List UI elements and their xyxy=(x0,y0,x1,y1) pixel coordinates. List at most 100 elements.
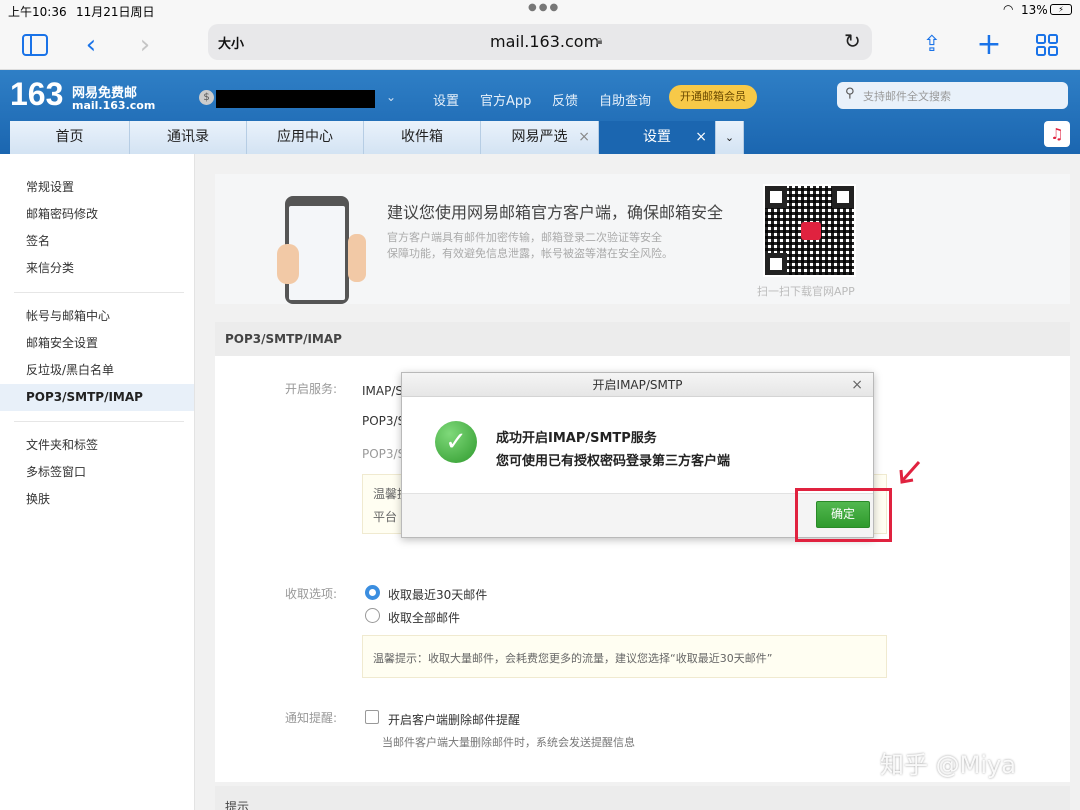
account-dropdown-icon[interactable]: ⌄ xyxy=(386,90,396,104)
sidebar-item-password[interactable]: 邮箱密码修改 xyxy=(0,201,194,228)
tab-inbox[interactable]: 收件箱 xyxy=(364,121,481,154)
nav-official-app[interactable]: 官方App xyxy=(480,90,531,109)
highlight-box xyxy=(795,488,892,542)
tab-label: 网易严选 xyxy=(511,129,568,145)
receive-options-label: 收取选项: xyxy=(285,587,338,601)
notify-option-label[interactable]: 开启客户端删除邮件提醒 xyxy=(388,711,520,728)
hand-illustration xyxy=(348,234,366,282)
tab-label: 应用中心 xyxy=(277,129,333,145)
vip-button[interactable]: 开通邮箱会员 xyxy=(669,85,757,109)
chevron-down-icon: ⌄ xyxy=(724,131,735,144)
logo-number: 163 xyxy=(10,76,64,112)
tab-yanxuan[interactable]: 网易严选 × xyxy=(481,121,599,154)
notify-label: 通知提醒: xyxy=(285,711,338,725)
tab-label: 收件箱 xyxy=(401,129,443,145)
sidebar-item-antispam[interactable]: 反垃圾/黑白名单 xyxy=(0,357,194,384)
sidebar-item-signature[interactable]: 签名 xyxy=(0,228,194,255)
reload-icon[interactable]: ↻ xyxy=(844,29,861,53)
share-icon[interactable]: ⇪ xyxy=(915,28,949,62)
coin-icon: $ xyxy=(199,90,214,105)
sidebar-item-multitab[interactable]: 多标签窗口 xyxy=(0,459,194,486)
promo-desc-line1: 官方客户端具有邮件加密传输，邮箱登录二次验证等安全 xyxy=(387,231,662,244)
promo-title: 建议您使用网易邮箱官方客户端，确保邮箱安全 xyxy=(387,203,724,222)
tab-label: 首页 xyxy=(55,129,84,145)
search-placeholder: 支持邮件全文搜索 xyxy=(863,90,951,103)
client-promo-panel: 建议您使用网易邮箱官方客户端，确保邮箱安全 官方客户端具有邮件加密传输，邮箱登录… xyxy=(215,174,1070,304)
sidebar-item-skin[interactable]: 换肤 xyxy=(0,486,194,513)
status-time: 上午10:36 xyxy=(8,5,67,19)
service-pop3: POP3/S xyxy=(362,414,406,428)
wifi-icon: ◠ xyxy=(1003,2,1014,16)
search-icon: ⚲ xyxy=(845,86,855,101)
sidebar-divider xyxy=(14,292,184,293)
promo-desc-line2: 保障功能，有效避免信息泄露，帐号被盗等潜在安全风险。 xyxy=(387,247,673,260)
sidebar-toggle-icon[interactable] xyxy=(18,28,52,62)
dialog-message-body: 您可使用已有授权密码登录第三方客户端 xyxy=(496,454,731,469)
close-icon[interactable]: × xyxy=(851,373,863,397)
tab-contacts[interactable]: 通讯录 xyxy=(130,121,247,154)
ios-status-bar: 上午10:36 11月21日周日 ●●● ◠ 13% ⚡ xyxy=(0,0,1080,20)
sidebar-item-general[interactable]: 常规设置 xyxy=(0,174,194,201)
tab-bar: 首页 通讯录 应用中心 收件箱 网易严选 × 设置 × ⌄ ♫ xyxy=(10,121,1070,154)
section-title: POP3/SMTP/IMAP xyxy=(225,332,342,346)
sidebar-item-folders[interactable]: 文件夹和标签 xyxy=(0,432,194,459)
text-size-button[interactable]: 大小 xyxy=(218,33,244,52)
dialog-title: 开启IMAP/SMTP xyxy=(592,378,683,392)
tab-label: 设置 xyxy=(643,129,671,145)
sidebar-divider xyxy=(14,421,184,422)
tab-settings[interactable]: 设置 × xyxy=(599,121,716,154)
watermark: 知乎 @Miya xyxy=(880,751,1016,779)
sidebar-item-pop3-smtp-imap[interactable]: POP3/SMTP/IMAP xyxy=(0,384,194,411)
close-icon[interactable]: × xyxy=(695,121,707,154)
qr-code xyxy=(763,184,856,277)
qr-caption: 扫一扫下载官网APP xyxy=(757,285,855,298)
tips-section-header: 提示 xyxy=(215,786,1070,810)
radio-label[interactable]: 收取全部邮件 xyxy=(388,609,460,626)
arrow-annotation-icon xyxy=(899,461,921,484)
settings-sidebar: 常规设置 邮箱密码修改 签名 来信分类 帐号与邮箱中心 邮箱安全设置 反垃圾/黑… xyxy=(0,154,195,810)
mail-search-input[interactable]: ⚲ 支持邮件全文搜索 xyxy=(837,82,1068,109)
tab-app-center[interactable]: 应用中心 xyxy=(247,121,364,154)
success-check-icon: ✓ xyxy=(435,421,477,463)
redacted-account xyxy=(216,90,375,108)
nav-feedback[interactable]: 反馈 xyxy=(552,90,578,109)
dialog-header: 开启IMAP/SMTP × xyxy=(402,373,873,397)
forward-icon[interactable]: › xyxy=(128,28,162,62)
radio-label[interactable]: 收取最近30天邮件 xyxy=(388,586,487,603)
radio-all-mail[interactable] xyxy=(365,608,380,623)
nav-settings[interactable]: 设置 xyxy=(433,90,459,109)
radio-recent-30-days[interactable] xyxy=(365,585,380,600)
address-bar[interactable]: 大小 mail.163.com 🔒︎ ↻ xyxy=(208,24,872,60)
music-icon[interactable]: ♫ xyxy=(1044,121,1070,147)
logo-domain: mail.163.com xyxy=(72,99,156,112)
sidebar-item-account-center[interactable]: 帐号与邮箱中心 xyxy=(0,303,194,330)
url-text[interactable]: mail.163.com xyxy=(490,32,599,51)
close-icon[interactable]: × xyxy=(578,121,590,154)
nav-self-service[interactable]: 自助查询 xyxy=(599,90,651,109)
status-date: 11月21日周日 xyxy=(76,5,155,19)
open-service-label: 开启服务: xyxy=(285,382,338,396)
receive-tip-text: 温馨提示：收取大量邮件，会耗费您更多的流量，建议您选择“收取最近30天邮件” xyxy=(373,652,773,665)
battery-percent: 13% xyxy=(1021,3,1048,17)
service-pop3-alt: POP3/S xyxy=(362,447,406,461)
receive-tip: 温馨提示：收取大量邮件，会耗费您更多的流量，建议您选择“收取最近30天邮件” xyxy=(362,635,887,678)
tab-home[interactable]: 首页 xyxy=(10,121,130,154)
new-tab-icon[interactable]: + xyxy=(972,28,1006,62)
sidebar-item-security[interactable]: 邮箱安全设置 xyxy=(0,330,194,357)
back-icon[interactable]: ‹ xyxy=(74,28,108,62)
sidebar-item-mail-rules[interactable]: 来信分类 xyxy=(0,255,194,282)
service-imap: IMAP/S xyxy=(362,384,403,398)
dialog-message-title: 成功开启IMAP/SMTP服务 xyxy=(496,431,657,446)
tabs-overview-icon[interactable] xyxy=(1030,28,1064,62)
lock-icon: 🔒︎ xyxy=(596,33,603,47)
safari-toolbar: ‹ › 大小 mail.163.com 🔒︎ ↻ ⇪ + xyxy=(0,20,1080,70)
tab-label: 通讯录 xyxy=(167,129,209,145)
tips-title: 提示 xyxy=(225,800,250,810)
tip-fragment: 平台 xyxy=(373,510,398,524)
battery-icon: ⚡ xyxy=(1050,4,1072,15)
notify-checkbox[interactable] xyxy=(365,710,379,724)
hand-illustration xyxy=(277,244,299,284)
multitask-dots-icon[interactable]: ●●● xyxy=(528,2,560,13)
section-header: POP3/SMTP/IMAP xyxy=(215,322,1070,356)
tab-more-dropdown[interactable]: ⌄ xyxy=(716,121,744,154)
